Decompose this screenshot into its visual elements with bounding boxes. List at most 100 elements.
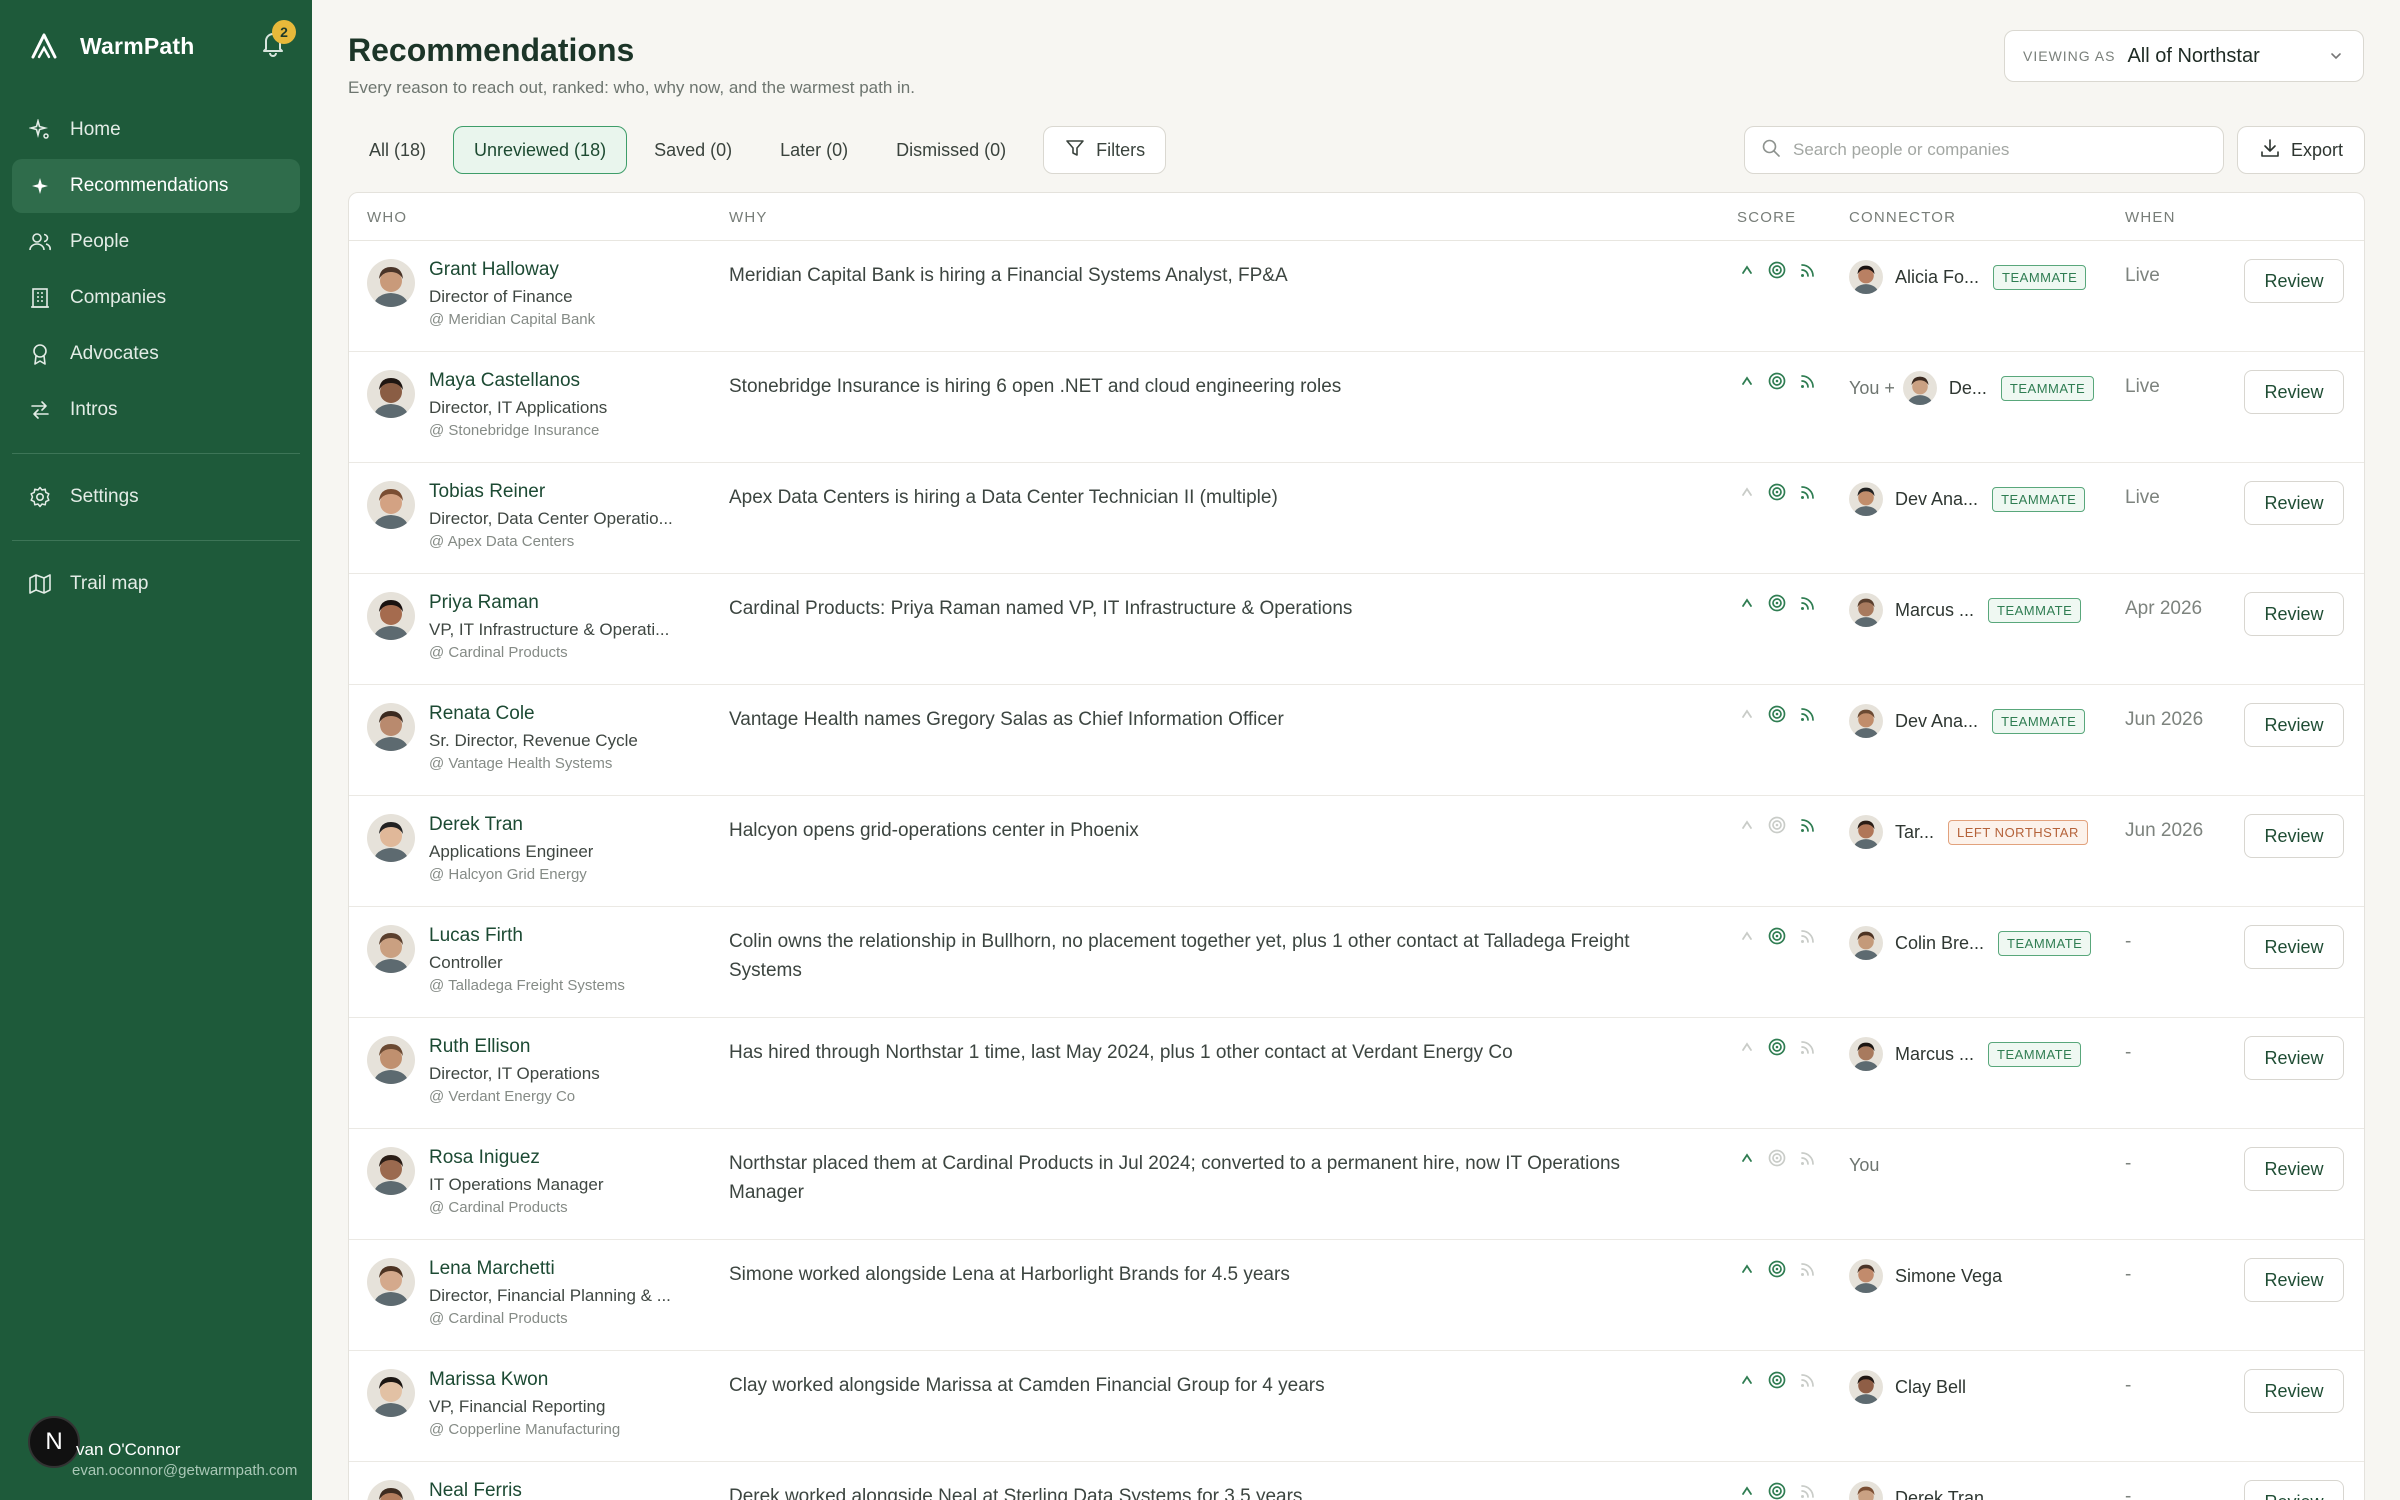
search-box[interactable]: [1744, 126, 2224, 174]
search-input[interactable]: [1793, 140, 2193, 160]
person-name[interactable]: Lucas Firth: [429, 925, 523, 947]
table-row[interactable]: Grant Halloway Director of Finance @ Merid…: [349, 241, 2364, 352]
connector-avatar: [1849, 815, 1883, 849]
tab-later[interactable]: Later (0): [759, 126, 869, 174]
person-role: Director, Financial Planning & ...: [429, 1286, 671, 1305]
connector[interactable]: Derek Tran: [1849, 1480, 1984, 1500]
connector[interactable]: Clay Bell: [1849, 1369, 1966, 1405]
review-button[interactable]: Review: [2244, 1258, 2344, 1302]
person-name[interactable]: Grant Halloway: [429, 259, 559, 281]
filters-button[interactable]: Filters: [1043, 126, 1167, 174]
review-button[interactable]: Review: [2244, 481, 2344, 525]
table-header: WHO WHY SCORE CONNECTOR WHEN: [349, 193, 2364, 241]
tab-unreviewed[interactable]: Unreviewed (18): [453, 126, 628, 174]
connector[interactable]: Marcus ... TEAMMATE: [1849, 592, 2082, 628]
table-row[interactable]: Marissa Kwon VP, Financial Reporting @ Cop…: [349, 1351, 2364, 1462]
signal-icon: [1797, 370, 1817, 392]
warmth-icon: [1737, 1369, 1757, 1391]
review-button[interactable]: Review: [2244, 259, 2344, 303]
sidebar-item-settings[interactable]: Settings: [12, 470, 300, 524]
sidebar-item-companies[interactable]: Companies: [12, 271, 300, 325]
brand[interactable]: WarmPath: [28, 28, 195, 64]
review-button[interactable]: Review: [2244, 370, 2344, 414]
connector-badge: TEAMMATE: [1988, 597, 2082, 623]
tab-all[interactable]: All (18): [348, 126, 447, 174]
person-name[interactable]: Ruth Ellison: [429, 1036, 530, 1058]
sidebar-item-advocates[interactable]: Advocates: [12, 327, 300, 381]
sidebar-item-intros[interactable]: Intros: [12, 383, 300, 437]
table-row[interactable]: Maya Castellanos Director, IT Application…: [349, 352, 2364, 463]
table-row[interactable]: Renata Cole Sr. Director, Revenue Cycle @ …: [349, 685, 2364, 796]
warmth-icon: [1737, 925, 1757, 947]
column-header-when[interactable]: WHEN: [2125, 209, 2176, 226]
connector[interactable]: Dev Ana... TEAMMATE: [1849, 481, 2086, 517]
review-button[interactable]: Review: [2244, 814, 2344, 858]
person-name[interactable]: Lena Marchetti: [429, 1258, 555, 1280]
connector[interactable]: Colin Bre... TEAMMATE: [1849, 925, 2092, 961]
sidebar-item-home[interactable]: Home: [12, 103, 300, 157]
tab-dismissed[interactable]: Dismissed (0): [875, 126, 1027, 174]
connector-badge: TEAMMATE: [1988, 1041, 2082, 1067]
connector-name: Dev Ana...: [1895, 710, 1979, 731]
export-button[interactable]: Export: [2237, 126, 2365, 174]
tab-saved[interactable]: Saved (0): [633, 126, 753, 174]
warmth-icon: [1737, 481, 1757, 503]
viewing-as-select[interactable]: VIEWING AS All of Northstar: [2004, 30, 2364, 82]
person-name[interactable]: Neal Ferris: [429, 1480, 522, 1500]
recommendations-table: WHO WHY SCORE CONNECTOR WHEN Grant Hallo…: [348, 192, 2365, 1500]
divider: [12, 453, 300, 454]
person-name[interactable]: Priya Raman: [429, 592, 539, 614]
column-header-why[interactable]: WHY: [729, 209, 768, 226]
connector[interactable]: You: [1849, 1147, 1887, 1183]
review-button[interactable]: Review: [2244, 592, 2344, 636]
table-row[interactable]: Tobias Reiner Director, Data Center Opera…: [349, 463, 2364, 574]
table-row[interactable]: Lucas Firth Controller @ Talladega Freight…: [349, 907, 2364, 1018]
signal-icon: [1797, 1036, 1817, 1058]
sidebar-item-label: Intros: [70, 399, 118, 420]
sidebar-item-trail-map[interactable]: Trail map: [12, 557, 300, 611]
user-profile[interactable]: N van O'Connor evan.oconnor@getwarmpath.…: [28, 1414, 308, 1479]
table-row[interactable]: Derek Tran Applications Engineer @ Halcyon…: [349, 796, 2364, 907]
person-name[interactable]: Derek Tran: [429, 814, 523, 836]
person-name[interactable]: Maya Castellanos: [429, 370, 580, 392]
connector[interactable]: Tar... LEFT NORTHSTAR: [1849, 814, 2088, 850]
column-header-connector[interactable]: CONNECTOR: [1849, 209, 1956, 226]
target-icon: [1767, 925, 1787, 947]
review-button[interactable]: Review: [2244, 1480, 2344, 1500]
person-name[interactable]: Marissa Kwon: [429, 1369, 548, 1391]
filters-label: Filters: [1096, 139, 1146, 160]
review-button[interactable]: Review: [2244, 1369, 2344, 1413]
review-button[interactable]: Review: [2244, 925, 2344, 969]
review-button[interactable]: Review: [2244, 703, 2344, 747]
connector[interactable]: Dev Ana... TEAMMATE: [1849, 703, 2086, 739]
connector-avatar: [1849, 1370, 1883, 1404]
connector-name: Clay Bell: [1895, 1376, 1967, 1397]
main-content: Recommendations Every reason to reach ou…: [312, 0, 2400, 1500]
connector[interactable]: Simone Vega: [1849, 1258, 2002, 1294]
badge-icon: [28, 342, 52, 366]
reason-text: Stonebridge Insurance is hiring 6 open .…: [729, 376, 1342, 397]
review-button[interactable]: Review: [2244, 1036, 2344, 1080]
review-button[interactable]: Review: [2244, 1147, 2344, 1191]
sidebar-item-recommendations[interactable]: Recommendations: [12, 159, 300, 213]
table-row[interactable]: Priya Raman VP, IT Infrastructure & Opera…: [349, 574, 2364, 685]
connector[interactable]: Alicia Fo... TEAMMATE: [1849, 259, 2087, 295]
table-row[interactable]: Rosa Iniguez IT Operations Manager @ Cardi…: [349, 1129, 2364, 1240]
column-header-who[interactable]: WHO: [367, 209, 407, 226]
person-name[interactable]: Tobias Reiner: [429, 481, 545, 503]
table-row[interactable]: Lena Marchetti Director, Financial Planni…: [349, 1240, 2364, 1351]
notification-badge: 2: [272, 20, 296, 44]
connector-name: De...: [1948, 377, 1987, 398]
connector[interactable]: Marcus ... TEAMMATE: [1849, 1036, 2082, 1072]
person-name[interactable]: Rosa Iniguez: [429, 1147, 540, 1169]
connector[interactable]: You + De... TEAMMATE: [1849, 370, 2095, 406]
person-name[interactable]: Renata Cole: [429, 703, 535, 725]
person-avatar: [367, 703, 415, 751]
sidebar-item-people[interactable]: People: [12, 215, 300, 269]
viewing-as-value: All of Northstar: [2127, 44, 2260, 67]
column-header-score[interactable]: SCORE: [1737, 209, 1796, 226]
person-role: Director, IT Applications: [429, 398, 608, 417]
table-row[interactable]: Ruth Ellison Director, IT Operations @ Ver…: [349, 1018, 2364, 1129]
sidebar-nav: Home Recommendations People Companies Ad…: [12, 103, 300, 613]
table-row[interactable]: Neal Ferris Derek worked alongside Neal a…: [349, 1462, 2364, 1500]
